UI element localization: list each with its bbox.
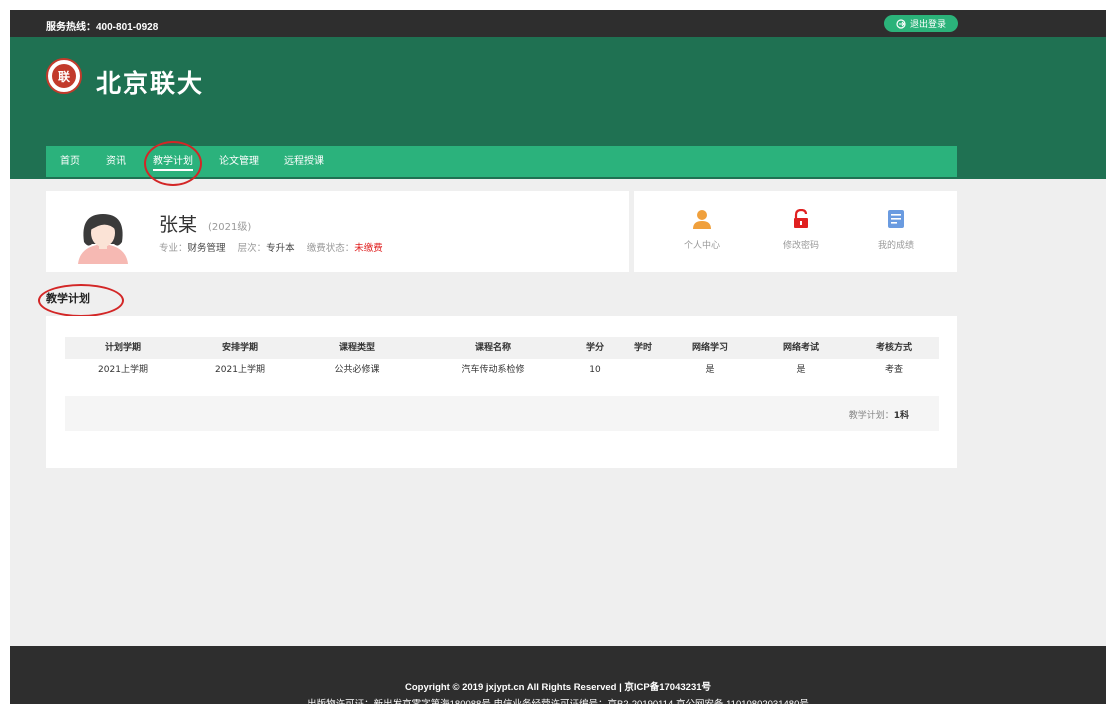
table-cell (619, 359, 667, 381)
teaching-plan-table: 计划学期 安排学期 课程类型 课程名称 学分 学时 网络学习 网络考试 考核方式… (65, 337, 939, 381)
student-name: 张某 (159, 214, 198, 236)
col-course-name: 课程名称 (474, 343, 511, 353)
col-online-study: 网络学习 (691, 343, 728, 353)
quick-link-my-grades[interactable]: 我的成绩 (864, 209, 928, 251)
col-course-type: 课程类型 (338, 343, 375, 353)
col-online-exam: 网络考试 (782, 343, 819, 353)
table-summary: 教学计划：1科 (65, 396, 939, 431)
university-emblem-icon[interactable]: 联 (46, 58, 82, 94)
quick-link-change-password[interactable]: 修改密码 (769, 209, 833, 251)
student-info: 专业：财务管理 层次：专升本 缴费状态：未缴费 (159, 240, 383, 254)
table-cell: 是 (796, 365, 806, 375)
avatar (78, 214, 128, 264)
col-hours: 学时 (633, 343, 652, 353)
copyright-text: Copyright © 2019 jxjypt.cn All Rights Re… (404, 682, 712, 693)
student-grade: (2021级) (208, 222, 252, 233)
license-text: 出版物许可证：新出发京零字第海180088号 电信业务经营许可证编号：京B2-2… (10, 696, 1106, 704)
logout-button[interactable]: 退出登录 (884, 15, 958, 32)
col-plan-term: 计划学期 (104, 343, 141, 353)
nav-item-news[interactable]: 资讯 (106, 146, 126, 177)
table-cell: 汽车传动系检修 (461, 365, 525, 375)
page: 服务热线：400-801-0928 退出登录 联 北京联大 首页 资讯 教学计划… (10, 10, 1106, 704)
annotation-circle-nav (144, 141, 202, 186)
major-label: 专业： (159, 243, 188, 254)
col-arranged-term: 安排学期 (221, 343, 258, 353)
nav-item-thesis[interactable]: 论文管理 (219, 146, 259, 177)
summary-label: 教学计划： (848, 411, 894, 421)
table-cell: 公共必修课 (334, 365, 380, 375)
site-footer: Copyright © 2019 jxjypt.cn All Rights Re… (10, 646, 1106, 704)
teaching-plan-panel: 计划学期 安排学期 课程类型 课程名称 学分 学时 网络学习 网络考试 考核方式… (46, 316, 957, 468)
summary-value: 1科 (893, 411, 909, 421)
nav-item-home[interactable]: 首页 (60, 146, 80, 177)
report-icon (888, 210, 904, 228)
quick-links: 个人中心 修改密码 我的成绩 (634, 191, 957, 272)
annotation-circle-title (38, 284, 124, 317)
table-cell: 10 (589, 365, 601, 375)
table-cell: 考查 (884, 365, 903, 375)
logout-icon (896, 18, 906, 29)
col-assessment: 考核方式 (875, 343, 912, 353)
quick-link-label: 修改密码 (782, 241, 819, 251)
nav-item-remote-class[interactable]: 远程授课 (284, 146, 324, 177)
logout-label: 退出登录 (909, 20, 946, 30)
emblem-char: 联 (52, 64, 76, 88)
table-cell: 2021上学期 (98, 365, 148, 375)
col-credits: 学分 (585, 343, 604, 353)
table-cell: 2021上学期 (215, 365, 265, 375)
major-value: 财务管理 (187, 243, 226, 254)
level-label: 层次： (237, 243, 267, 254)
profile-card: 张某 (2021级) 专业：财务管理 层次：专升本 缴费状态：未缴费 (46, 191, 629, 272)
payment-status: 未缴费 (354, 243, 383, 254)
table-row: 2021上学期 2021上学期 公共必修课 汽车传动系检修 10 是 是 考查 (65, 359, 939, 381)
level-value: 专升本 (266, 243, 295, 254)
site-logo-text[interactable]: 北京联大 (96, 64, 204, 100)
quick-link-personal-center[interactable]: 个人中心 (670, 209, 734, 251)
hotline-text: 服务热线：400-801-0928 (46, 22, 159, 33)
top-bar: 服务热线：400-801-0928 退出登录 (10, 10, 1106, 37)
quick-link-label: 个人中心 (683, 241, 720, 251)
lock-icon (794, 209, 808, 228)
table-header: 计划学期 安排学期 课程类型 课程名称 学分 学时 网络学习 网络考试 考核方式 (65, 337, 939, 359)
payment-label: 缴费状态： (306, 243, 355, 254)
table-cell: 是 (705, 365, 715, 375)
summary-text: 教学计划：1科 (849, 408, 909, 421)
person-icon (693, 210, 711, 229)
quick-link-label: 我的成绩 (877, 241, 914, 251)
